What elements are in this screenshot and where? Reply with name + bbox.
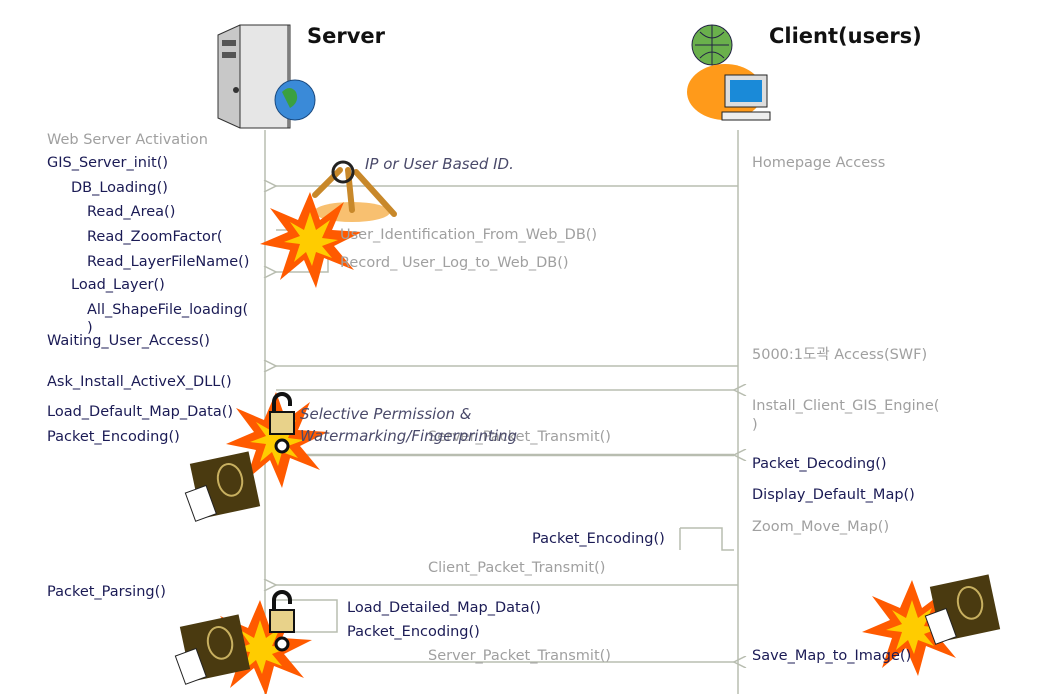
- server-step: GIS_Server_init(): [47, 155, 169, 171]
- globe-icon: [274, 79, 316, 121]
- client-computer-icon: [687, 24, 771, 121]
- fingerprint-image-icon: [184, 450, 262, 523]
- client-step: Packet_Decoding(): [752, 456, 887, 472]
- auth-annotation: IP or User Based ID.: [365, 155, 514, 173]
- sequence-diagram: Server Client(users) Web Server Activati…: [0, 0, 1050, 694]
- message-label: User_Identification_From_Web_DB(): [340, 227, 598, 243]
- permission-annotation: Watermarking/Fingerprinting: [300, 427, 518, 445]
- message-label: Packet_Encoding(): [532, 531, 665, 547]
- server-step: All_ShapeFile_loading(: [87, 302, 249, 318]
- server-step: Packet_Parsing(): [47, 584, 166, 600]
- server-step: Ask_Install_ActiveX_DLL(): [47, 374, 232, 390]
- permission-annotation: Selective Permission &: [300, 405, 472, 423]
- client-title: Client(users): [769, 24, 922, 48]
- server-step: Waiting_User_Access(): [47, 333, 210, 349]
- message-label: Server_Packet_Transmit(): [428, 648, 611, 664]
- server-step: Read_LayerFileName(): [87, 254, 250, 270]
- client-step: Install_Client_GIS_Engine(: [752, 398, 940, 414]
- client-step: Save_Map_to_Image(): [752, 648, 912, 664]
- server-step: DB_Loading(): [71, 180, 168, 196]
- server-step: Read_Area(): [87, 204, 176, 220]
- client-step: Homepage Access: [752, 155, 886, 171]
- message-label: Load_Detailed_Map_Data(): [347, 600, 541, 616]
- server-step: Packet_Encoding(): [47, 429, 180, 445]
- server-step: Load_Default_Map_Data(): [47, 404, 234, 420]
- fingerprint-image-icon: [924, 573, 1002, 646]
- client-step: ): [752, 417, 758, 433]
- server-title: Server: [307, 24, 386, 48]
- server-step: Load_Layer(): [71, 277, 165, 293]
- server-step: Web Server Activation: [47, 132, 208, 148]
- client-step: Zoom_Move_Map(): [752, 519, 890, 535]
- message-label: Packet_Encoding(): [347, 624, 480, 640]
- message-label: Client_Packet_Transmit(): [428, 560, 606, 576]
- client-step: 5000:1도곽 Access(SWF): [752, 347, 928, 363]
- server-step: Read_ZoomFactor(: [87, 229, 223, 245]
- client-step: Display_Default_Map(): [752, 487, 915, 503]
- client-encoding-loop: [680, 527, 734, 551]
- message-label: Record_ User_Log_to_Web_DB(): [340, 255, 569, 271]
